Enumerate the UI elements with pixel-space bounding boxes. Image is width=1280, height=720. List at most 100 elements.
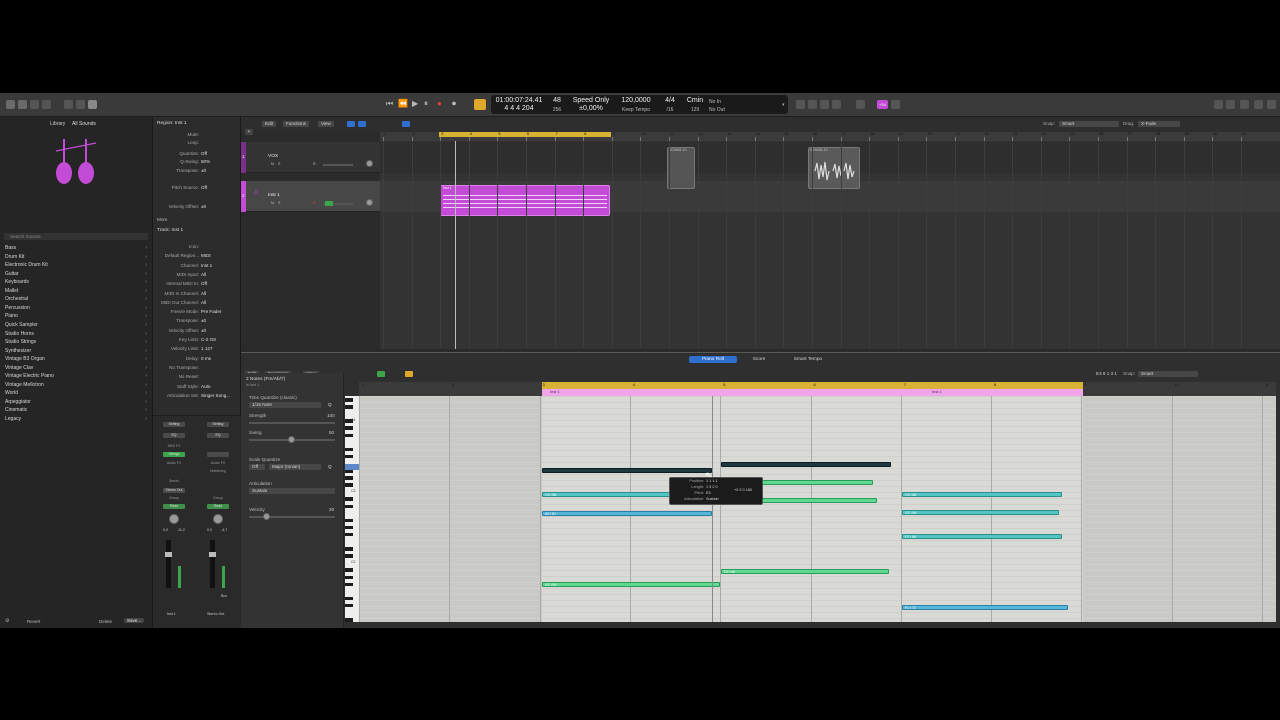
cycle-icon[interactable]	[474, 99, 486, 110]
sidebar-icon[interactable]	[1267, 100, 1276, 109]
delete-button[interactable]: Delete	[99, 619, 112, 624]
track-row-inst1[interactable]: 2 ♫ Inst 1 M S R	[241, 181, 380, 212]
notepad-icon[interactable]	[1226, 100, 1235, 109]
pan-knob[interactable]	[366, 199, 373, 206]
track-param-row[interactable]: No Reset:	[153, 373, 241, 381]
param-value[interactable]: ±0	[201, 317, 206, 325]
region-param-row[interactable]: Quantize: Off	[153, 150, 241, 158]
region-param-row[interactable]: Pitch Source: Off	[153, 184, 241, 192]
library-item[interactable]: Drum Kit ›	[5, 253, 147, 261]
scale-off-select[interactable]: Off	[249, 464, 265, 470]
highlighted-key[interactable]	[345, 464, 359, 470]
library-icon[interactable]	[6, 100, 15, 109]
notification-badge[interactable]: +34	[877, 100, 888, 109]
track-param-row[interactable]: MIDI Out Channel: All	[153, 299, 241, 307]
track-param-row[interactable]: Transpose: ±0	[153, 317, 241, 325]
strip2-fader-track[interactable]	[210, 540, 215, 588]
piano-keyboard[interactable]: C4 C3 C2	[345, 396, 359, 622]
track-param-row[interactable]: MIDI Input: All	[153, 271, 241, 279]
library-item[interactable]: Quick Sampler ›	[5, 321, 147, 329]
library-item[interactable]: Vintage Mellotron ›	[5, 381, 147, 389]
catch-playhead-icon[interactable]	[402, 121, 410, 127]
midi-note[interactable]	[721, 462, 891, 467]
param-value[interactable]: ±0	[201, 327, 206, 335]
midi-note[interactable]: F1 | 72	[902, 605, 1068, 610]
library-item[interactable]: Legacy ›	[5, 415, 147, 423]
strip2-bounce[interactable]: Bnc	[221, 594, 227, 598]
strip1-instrument[interactable]: Strings	[163, 452, 185, 457]
swing-slider-thumb[interactable]	[288, 436, 295, 443]
loop-browser-icon[interactable]	[1240, 100, 1249, 109]
metronome-icon[interactable]	[820, 100, 829, 109]
tab-score[interactable]: Score	[741, 356, 777, 363]
strip1-output[interactable]: Stereo Out	[163, 488, 185, 493]
key-signature[interactable]: Cmin	[685, 97, 705, 105]
strip2-pan-knob[interactable]	[213, 514, 223, 524]
editor-snap-select[interactable]: Smart	[1138, 371, 1198, 377]
midi-region[interactable]: Inst 1	[440, 185, 610, 216]
quantize-q-button[interactable]: Q	[328, 402, 332, 407]
param-value[interactable]: All	[201, 299, 206, 307]
revert-button[interactable]: Revert	[27, 619, 40, 624]
param-value[interactable]: ±0	[201, 203, 206, 211]
editors-icon[interactable]	[88, 100, 97, 109]
strip2-automation[interactable]: Read	[207, 504, 229, 509]
param-value[interactable]: 50%	[201, 158, 210, 166]
record-enable-button[interactable]: R	[313, 201, 316, 205]
record-icon[interactable]: ●	[437, 99, 442, 109]
strip1-eq[interactable]: EQ	[163, 433, 185, 438]
mute-button[interactable]: M	[271, 162, 274, 166]
pan-knob[interactable]	[366, 160, 373, 167]
library-item[interactable]: Studio Strings ›	[5, 338, 147, 346]
library-item[interactable]: Percussion ›	[5, 304, 147, 312]
cycle-range[interactable]	[542, 382, 1083, 389]
list-view-icon[interactable]	[347, 121, 355, 127]
list-editors-icon[interactable]	[1214, 100, 1223, 109]
pause-icon[interactable]: ⏸	[424, 99, 428, 109]
black-key[interactable]	[345, 618, 353, 622]
midi-note[interactable]: A2 | 81	[542, 511, 712, 516]
strip2-setting[interactable]: Setting	[207, 422, 229, 427]
track-param-row[interactable]: Channel: Inst 1	[153, 262, 241, 270]
region-param-row[interactable]: Q-Swing: 50%	[153, 158, 241, 166]
black-key[interactable]	[345, 532, 353, 537]
note-grid[interactable]: C3 | 56 A2 | 81 C3 | 66 G2 | 66 F2 | 66 D2 | …	[359, 396, 1276, 622]
track-param-row[interactable]: Internal MIDI In: Off	[153, 280, 241, 288]
library-item[interactable]: Studio Horns ›	[5, 330, 147, 338]
toolbar-icon[interactable]	[42, 100, 51, 109]
track-row-vox[interactable]: 1 VOX M S R	[241, 142, 380, 173]
black-key[interactable]	[345, 398, 353, 402]
track-name[interactable]: Inst 1	[268, 193, 280, 198]
black-key[interactable]	[345, 504, 353, 508]
black-key[interactable]	[345, 405, 353, 409]
strip2-eq[interactable]: EQ	[207, 433, 229, 438]
black-key[interactable]	[345, 483, 353, 487]
library-item[interactable]: World ›	[5, 389, 147, 397]
param-value[interactable]: Singer Song...	[201, 392, 230, 400]
velocity-value[interactable]: 20	[329, 507, 334, 512]
lcd-display[interactable]: 01:00:07:24.41 4 4 4 204 48 256 Speed On…	[491, 95, 788, 114]
time-quantize-select[interactable]: 1/16 Note	[249, 402, 321, 408]
add-track-icon[interactable]: +	[245, 129, 253, 135]
library-item[interactable]: Synthesizer ›	[5, 347, 147, 355]
more-toggle[interactable]: More	[157, 217, 167, 222]
midi-note[interactable]: D2 | 66	[721, 569, 889, 574]
track-param-row[interactable]: Default Region... MIDI	[153, 252, 241, 260]
param-value[interactable]: Auto	[201, 383, 210, 391]
tempo-value[interactable]: 120,0000	[617, 97, 655, 105]
strength-value[interactable]: 100	[327, 413, 335, 418]
tab-smart-tempo[interactable]: Smart Tempo	[781, 356, 835, 363]
smart-controls-icon[interactable]	[64, 100, 73, 109]
tab-piano-roll[interactable]: Piano Roll	[689, 356, 737, 363]
black-key[interactable]	[345, 603, 353, 608]
capture-icon[interactable]: ⏺	[452, 99, 456, 109]
strip1-group[interactable]: Group	[163, 496, 185, 500]
track-param-row[interactable]: Staff Style: Auto	[153, 383, 241, 391]
param-value[interactable]: 1 127	[201, 345, 213, 353]
strength-slider[interactable]	[249, 422, 335, 424]
black-key[interactable]	[345, 497, 353, 501]
black-key[interactable]	[345, 582, 353, 587]
volume-slider[interactable]	[323, 164, 353, 166]
region-param-row[interactable]: Loop:	[153, 139, 241, 147]
track-param-row[interactable]: Velocity Limit: 1 127	[153, 345, 241, 353]
